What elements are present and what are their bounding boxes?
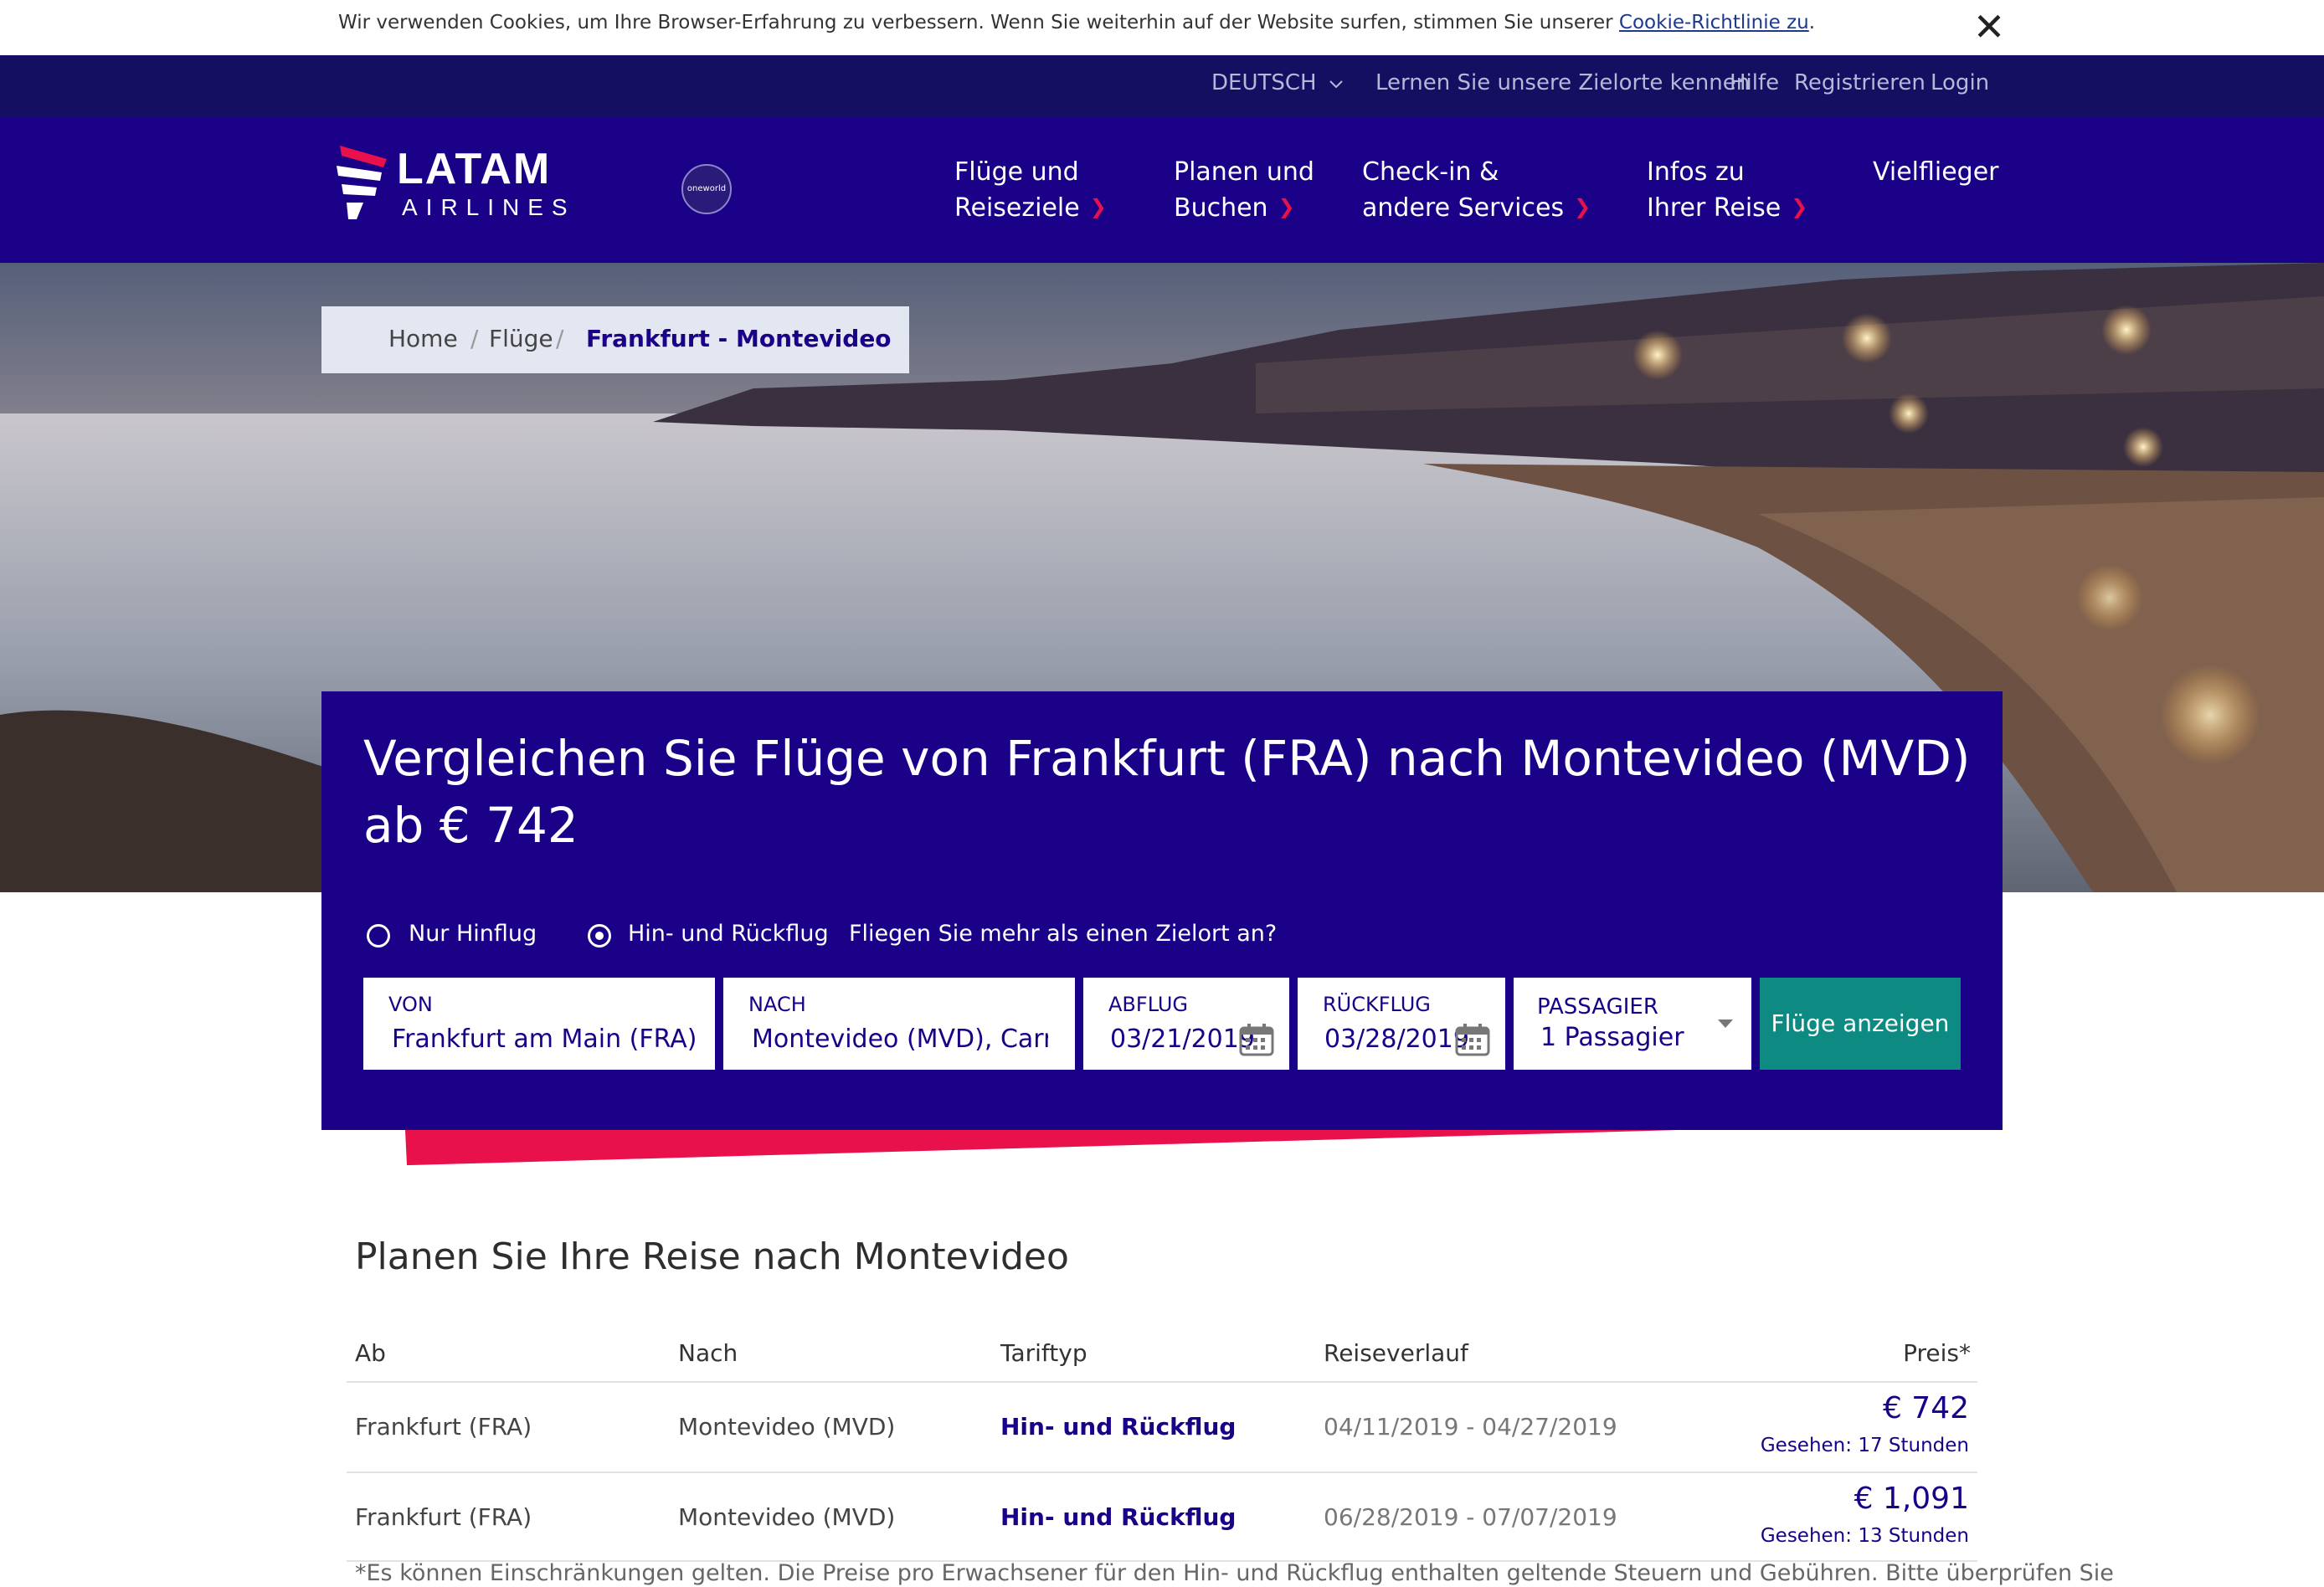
logo-subtitle: AIRLINES xyxy=(402,194,576,220)
cell-from: Frankfurt (FRA) xyxy=(355,1503,532,1531)
cell-itinerary: 06/28/2019 - 07/07/2019 xyxy=(1324,1503,1617,1531)
nav-label: Check-in & xyxy=(1362,157,1499,187)
accent-stripe xyxy=(405,1130,1678,1165)
seen-ago: Gesehen: 17 Stunden xyxy=(1760,1435,1969,1456)
destinations-link[interactable]: Lernen Sie unsere Zielorte kennen xyxy=(1375,70,1750,95)
breadcrumb-current: Frankfurt - Montevideo xyxy=(586,325,892,352)
latam-logo-icon xyxy=(337,146,387,219)
register-link[interactable]: Registrieren xyxy=(1794,70,1926,95)
oneworld-logo: oneworld xyxy=(681,164,732,214)
cell-to: Montevideo (MVD) xyxy=(678,1503,896,1531)
origin-label: VON xyxy=(388,993,433,1016)
column-header-itinerary: Reiseverlauf xyxy=(1324,1339,1468,1367)
latam-logo[interactable]: LATAM AIRLINES xyxy=(335,141,603,224)
departure-date-field[interactable]: ABFLUG 03/21/2019 xyxy=(1083,978,1289,1070)
round-trip-label[interactable]: Hin- und Rückflug xyxy=(628,921,829,947)
cookie-policy-link[interactable]: Cookie-Richtlinie zu xyxy=(1619,12,1809,33)
price-link[interactable]: € 742 xyxy=(1883,1391,1969,1425)
breadcrumb-home[interactable]: Home xyxy=(388,325,458,352)
breadcrumb-separator: / xyxy=(470,325,479,352)
nav-label: Infos zu xyxy=(1647,157,1745,187)
fare-type-link[interactable]: Hin- und Rückflug xyxy=(1000,1503,1236,1531)
destination-input[interactable]: Montevideo (MVD), Carrasc xyxy=(752,1025,1048,1054)
destination-label: NACH xyxy=(748,993,806,1016)
cell-to: Montevideo (MVD) xyxy=(678,1413,896,1441)
column-header-fare: Tariftyp xyxy=(1000,1339,1087,1367)
one-way-radio[interactable] xyxy=(367,924,390,948)
cell-from: Frankfurt (FRA) xyxy=(355,1413,532,1441)
column-header-to: Nach xyxy=(678,1339,738,1367)
logo-wordmark: LATAM xyxy=(397,145,552,193)
breadcrumb-flights[interactable]: Flüge xyxy=(489,325,553,352)
nav-flights-destinations[interactable]: Flüge und Reiseziele ❯ xyxy=(954,154,1107,228)
nav-frequent-flyer[interactable]: Vielflieger xyxy=(1873,154,1999,190)
chevron-down-icon: ❯ xyxy=(1278,195,1295,218)
origin-field[interactable]: VON Frankfurt am Main (FRA), F xyxy=(363,978,715,1070)
passenger-label: PASSAGIER xyxy=(1537,994,1658,1019)
price-link[interactable]: € 1,091 xyxy=(1854,1482,1969,1516)
login-link[interactable]: Login xyxy=(1931,70,1989,95)
nav-checkin-services[interactable]: Check-in & andere Services ❯ xyxy=(1362,154,1591,228)
close-icon[interactable]: ✕ xyxy=(1969,7,2009,47)
cell-itinerary: 04/11/2019 - 04/27/2019 xyxy=(1324,1413,1617,1441)
one-way-label[interactable]: Nur Hinflug xyxy=(409,921,537,947)
nav-label: andere Services xyxy=(1362,193,1565,223)
section-title: Planen Sie Ihre Reise nach Montevideo xyxy=(355,1235,1069,1278)
fare-type-link[interactable]: Hin- und Rückflug xyxy=(1000,1413,1236,1441)
cookie-message: Wir verwenden Cookies, um Ihre Browser-E… xyxy=(338,12,1816,33)
page-title: Vergleichen Sie Flüge von Frankfurt (FRA… xyxy=(363,730,1971,854)
column-header-from: Ab xyxy=(355,1339,386,1367)
return-date-input[interactable]: 03/28/2019 xyxy=(1324,1025,1469,1054)
nav-label: Flüge und xyxy=(954,157,1079,187)
nav-trip-info[interactable]: Infos zu Ihrer Reise ❯ xyxy=(1647,154,1807,228)
return-date-field[interactable]: RÜCKFLUG 03/28/2019 xyxy=(1298,978,1505,1070)
breadcrumb-separator: / xyxy=(556,325,564,352)
seen-ago: Gesehen: 13 Stunden xyxy=(1760,1525,1969,1547)
caret-down-icon xyxy=(1718,1019,1733,1028)
passenger-value: 1 Passagier xyxy=(1540,1023,1684,1052)
passenger-select[interactable]: PASSAGIER 1 Passagier xyxy=(1514,978,1751,1070)
breadcrumb: Home / Flüge / Frankfurt - Montevideo xyxy=(321,306,909,373)
help-link[interactable]: Hilfe xyxy=(1730,70,1779,95)
nav-label: Buchen xyxy=(1174,193,1268,223)
origin-input[interactable]: Frankfurt am Main (FRA), F xyxy=(392,1025,695,1054)
search-flights-button[interactable]: Flüge anzeigen xyxy=(1760,978,1961,1070)
price-footnote: *Es können Einschränkungen gelten. Die P… xyxy=(355,1560,2114,1586)
nav-label: Planen und xyxy=(1174,157,1314,187)
destination-field[interactable]: NACH Montevideo (MVD), Carrasc xyxy=(723,978,1075,1070)
chevron-down-icon: ❯ xyxy=(1574,195,1591,218)
nav-plan-book[interactable]: Planen und Buchen ❯ xyxy=(1174,154,1314,228)
departure-label: ABFLUG xyxy=(1108,993,1189,1016)
nav-label: Reiseziele xyxy=(954,193,1080,223)
chevron-down-icon: ❯ xyxy=(1089,195,1107,218)
language-selector[interactable]: DEUTSCH xyxy=(1211,70,1344,95)
chevron-down-icon: ❯ xyxy=(1791,195,1808,218)
row-divider xyxy=(347,1381,1977,1383)
round-trip-radio[interactable] xyxy=(588,924,611,948)
row-divider xyxy=(347,1471,1977,1473)
departure-date-input[interactable]: 03/21/2019 xyxy=(1110,1025,1255,1054)
column-header-price: Preis* xyxy=(1903,1339,1971,1367)
multi-city-link[interactable]: Fliegen Sie mehr als einen Zielort an? xyxy=(849,921,1277,947)
calendar-icon[interactable] xyxy=(1455,1023,1490,1056)
return-label: RÜCKFLUG xyxy=(1323,993,1431,1016)
calendar-icon[interactable] xyxy=(1239,1023,1274,1056)
chevron-down-icon xyxy=(1329,80,1343,89)
nav-label: Ihrer Reise xyxy=(1647,193,1782,223)
nav-label: Vielflieger xyxy=(1873,157,1999,187)
